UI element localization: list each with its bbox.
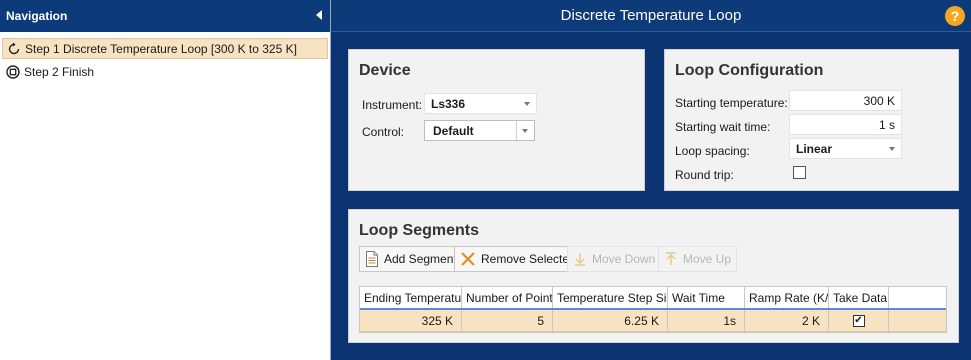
nav-item-step-2[interactable]: Step 2 Finish (2, 61, 328, 82)
instrument-dropdown[interactable]: Ls336 (424, 93, 537, 114)
starting-temperature-value: 300 K (863, 93, 895, 108)
cell-take-data: ✔ (829, 310, 889, 331)
loop-spacing-value: Linear (796, 141, 833, 156)
instrument-value: Ls336 (431, 96, 466, 111)
cell-temperature-step-size[interactable]: 6.25 K (553, 310, 668, 331)
finish-icon (6, 64, 20, 79)
move-down-label: Move Down (592, 252, 656, 266)
move-down-button[interactable]: Move Down (567, 246, 662, 272)
chevron-down-icon (524, 102, 530, 106)
remove-x-icon (460, 251, 476, 267)
remove-selected-label: Remove Selected (481, 252, 576, 266)
collapse-arrow-icon[interactable] (316, 10, 322, 20)
cell-number-of-points[interactable]: 5 (462, 310, 553, 331)
navigation-pane: Navigation Step 1 Discrete Temperature L… (0, 0, 331, 360)
help-icon[interactable]: ? (945, 6, 965, 26)
starting-wait-time-value: 1 s (878, 117, 895, 132)
move-up-icon (664, 252, 678, 266)
chevron-down-icon (889, 147, 895, 151)
column-header-ending-temperature[interactable]: Ending Temperature (360, 287, 462, 308)
starting-temperature-label: Starting temperature: (675, 96, 788, 110)
device-title: Device (359, 62, 411, 79)
column-header-spacer (889, 287, 946, 308)
loop-configuration-panel: Loop Configuration Starting temperature:… (664, 49, 959, 191)
navigation-list: Step 1 Discrete Temperature Loop [300 K … (0, 32, 330, 88)
table-row[interactable]: 325 K 5 6.25 K 1s 2 K ✔ (360, 310, 946, 332)
column-header-wait-time[interactable]: Wait Time (668, 287, 745, 308)
control-dropdown[interactable]: Default (424, 120, 535, 141)
chevron-down-icon (522, 129, 528, 133)
move-up-button[interactable]: Move Up (658, 246, 738, 272)
navigation-title: Navigation (6, 9, 68, 23)
page-title: Discrete Temperature Loop (560, 7, 742, 24)
grid-header: Ending Temperature Number of Points Temp… (360, 287, 946, 310)
nav-item-label: Step 2 Finish (24, 64, 95, 79)
add-segment-label: Add Segment (384, 252, 457, 266)
loop-segments-title: Loop Segments (359, 222, 480, 239)
cell-spacer (889, 310, 946, 331)
loop-spacing-label: Loop spacing: (675, 144, 750, 158)
device-panel: Device Instrument: Ls336 Control: Defaul… (348, 49, 645, 191)
column-header-take-data[interactable]: Take Data (829, 287, 889, 308)
main-area: Discrete Temperature Loop ? Device Instr… (331, 0, 971, 360)
take-data-checkbox[interactable]: ✔ (852, 314, 865, 327)
loop-configuration-title: Loop Configuration (675, 62, 824, 79)
nav-item-step-1[interactable]: Step 1 Discrete Temperature Loop [300 K … (2, 38, 328, 59)
control-label: Control: (362, 125, 405, 139)
round-trip-label: Round trip: (675, 168, 734, 182)
move-down-icon (573, 252, 587, 266)
starting-wait-time-field[interactable]: 1 s (789, 114, 902, 135)
loop-icon (7, 42, 21, 56)
column-header-temperature-step-size[interactable]: Temperature Step Size (553, 287, 668, 308)
instrument-label: Instrument: (362, 98, 423, 112)
starting-temperature-field[interactable]: 300 K (789, 90, 902, 111)
cell-ramp-rate[interactable]: 2 K (745, 310, 829, 331)
control-value: Default (433, 123, 474, 138)
segments-grid: Ending Temperature Number of Points Temp… (359, 286, 947, 333)
loop-segments-panel: Loop Segments Add Segment Remove Selecte… (348, 209, 959, 343)
document-icon (365, 251, 379, 267)
cell-wait-time[interactable]: 1s (668, 310, 745, 331)
starting-wait-time-label: Starting wait time: (675, 120, 771, 134)
check-icon: ✔ (854, 314, 863, 326)
add-segment-button[interactable]: Add Segment (359, 246, 463, 272)
move-up-label: Move Up (683, 252, 732, 266)
nav-item-label: Step 1 Discrete Temperature Loop [300 K … (25, 41, 297, 56)
dropdown-separator (516, 121, 517, 140)
main-header: Discrete Temperature Loop ? (331, 0, 971, 32)
remove-selected-button[interactable]: Remove Selected (454, 246, 582, 272)
round-trip-checkbox[interactable] (793, 166, 806, 179)
column-header-ramp-rate[interactable]: Ramp Rate (K/s) (745, 287, 829, 308)
cell-ending-temperature[interactable]: 325 K (360, 310, 462, 331)
loop-spacing-dropdown[interactable]: Linear (789, 138, 902, 159)
navigation-header: Navigation (0, 0, 330, 32)
column-header-number-of-points[interactable]: Number of Points (462, 287, 553, 308)
